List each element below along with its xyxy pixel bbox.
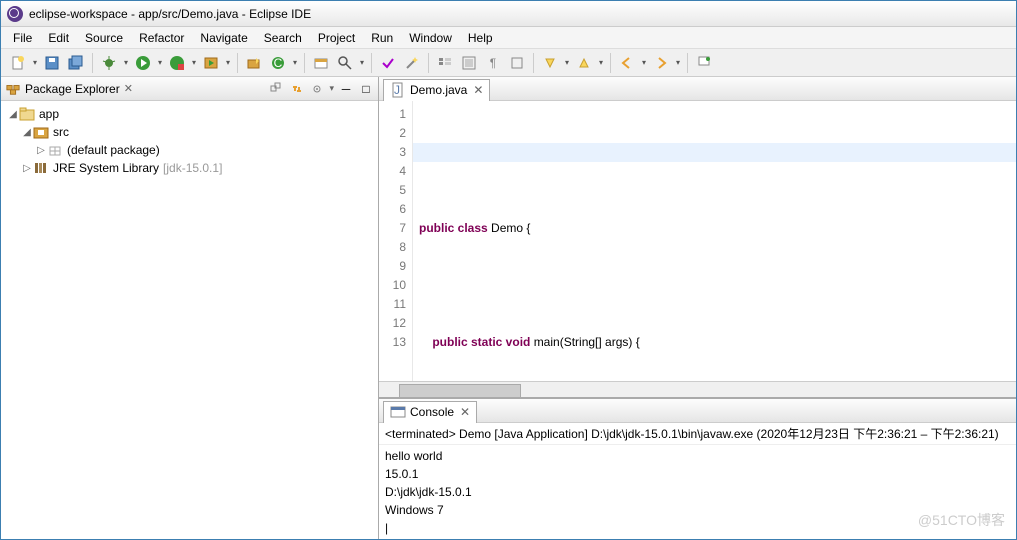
save-button[interactable] [41, 52, 63, 74]
menu-run[interactable]: Run [363, 29, 401, 47]
show-whitespace-button[interactable]: ¶ [482, 52, 504, 74]
run-button[interactable] [132, 52, 154, 74]
new-package-button[interactable] [243, 52, 265, 74]
eclipse-icon [7, 6, 23, 22]
back-button[interactable] [616, 52, 638, 74]
src-folder-icon [33, 124, 49, 140]
coverage-button[interactable] [166, 52, 188, 74]
dropdown-icon[interactable]: ▾ [156, 58, 164, 67]
package-explorer-panel: Package Explorer ✕ ▾ ─ □ ◢ app ◢ src [1, 77, 379, 539]
wand-button[interactable] [401, 52, 423, 74]
dropdown-icon[interactable]: ▾ [358, 58, 366, 67]
search-button[interactable] [334, 52, 356, 74]
dropdown-icon[interactable]: ▾ [291, 58, 299, 67]
menu-search[interactable]: Search [256, 29, 310, 47]
console-tab[interactable]: Console ✕ [383, 401, 477, 423]
menu-source[interactable]: Source [77, 29, 131, 47]
package-explorer-icon [5, 82, 21, 96]
minimize-icon[interactable]: ─ [338, 81, 354, 97]
horizontal-scrollbar[interactable] [379, 381, 1016, 397]
java-file-icon: J [390, 82, 406, 98]
link-editor-button[interactable] [289, 81, 305, 97]
tree-node-project[interactable]: ◢ app [7, 105, 372, 123]
toggle-breadcrumb-button[interactable] [434, 52, 456, 74]
menu-edit[interactable]: Edit [40, 29, 77, 47]
dropdown-icon[interactable]: ▾ [31, 58, 39, 67]
save-all-button[interactable] [65, 52, 87, 74]
menu-bar: File Edit Source Refactor Navigate Searc… [1, 27, 1016, 49]
title-bar: eclipse-workspace - app/src/Demo.java - … [1, 1, 1016, 27]
editor-tabs: J Demo.java ✕ [379, 77, 1016, 101]
menu-navigate[interactable]: Navigate [192, 29, 255, 47]
package-explorer-header: Package Explorer ✕ ▾ ─ □ [1, 77, 378, 101]
close-icon[interactable]: ✕ [124, 82, 133, 95]
console-status: <terminated> Demo [Java Application] D:\… [379, 423, 1016, 445]
run-last-button[interactable] [200, 52, 222, 74]
project-icon [19, 106, 35, 122]
collapse-all-button[interactable] [269, 81, 285, 97]
new-class-button[interactable]: C [267, 52, 289, 74]
window-title: eclipse-workspace - app/src/Demo.java - … [29, 7, 311, 21]
toggle-mark-button[interactable] [377, 52, 399, 74]
view-menu-icon[interactable]: ▾ [329, 83, 334, 94]
dropdown-icon[interactable]: ▾ [122, 58, 130, 67]
svg-text:C: C [274, 56, 283, 70]
toggle-block-button[interactable] [458, 52, 480, 74]
dropdown-icon[interactable]: ▾ [597, 58, 605, 67]
dropdown-icon[interactable]: ▾ [640, 58, 648, 67]
close-tab-icon[interactable]: ✕ [473, 83, 483, 97]
package-icon [47, 142, 63, 158]
library-icon [33, 160, 49, 176]
line-gutter: 123 456 789 10111213 [379, 101, 413, 381]
forward-button[interactable] [650, 52, 672, 74]
new-button[interactable] [7, 52, 29, 74]
console-tabs: Console ✕ [379, 399, 1016, 423]
dropdown-icon[interactable]: ▾ [674, 58, 682, 67]
console-icon [390, 404, 406, 420]
prev-annotation-button[interactable] [573, 52, 595, 74]
pin-button[interactable] [693, 52, 715, 74]
menu-file[interactable]: File [5, 29, 40, 47]
toolbar: ▾ ▾ ▾ ▾ ▾ C ▾ ▾ ¶ ▾ ▾ ▾ ▾ [1, 49, 1016, 77]
tree-node-default-package[interactable]: ▷ (default package) [7, 141, 372, 159]
next-annotation-button[interactable] [539, 52, 561, 74]
svg-text:J: J [394, 83, 400, 97]
package-tree[interactable]: ◢ app ◢ src ▷ (default package) ▷ JRE Sy… [1, 101, 378, 539]
editor-tab-demo[interactable]: J Demo.java ✕ [383, 79, 490, 101]
svg-text:¶: ¶ [490, 56, 496, 70]
focus-button[interactable] [309, 81, 325, 97]
close-tab-icon[interactable]: ✕ [460, 405, 470, 419]
dropdown-icon[interactable]: ▾ [224, 58, 232, 67]
tree-node-src[interactable]: ◢ src [7, 123, 372, 141]
code-area[interactable]: public class Demo { public static void m… [413, 101, 1016, 381]
debug-button[interactable] [98, 52, 120, 74]
menu-project[interactable]: Project [310, 29, 363, 47]
tree-node-jre[interactable]: ▷ JRE System Library [jdk-15.0.1] [7, 159, 372, 177]
watermark: @51CTO博客 [918, 510, 1005, 530]
menu-help[interactable]: Help [460, 29, 501, 47]
maximize-icon[interactable]: □ [358, 81, 374, 97]
code-editor[interactable]: 123 456 789 10111213 public class Demo {… [379, 101, 1016, 381]
menu-refactor[interactable]: Refactor [131, 29, 192, 47]
package-explorer-title: Package Explorer [25, 82, 120, 96]
dropdown-icon[interactable]: ▾ [190, 58, 198, 67]
menu-window[interactable]: Window [401, 29, 460, 47]
open-type-button[interactable] [310, 52, 332, 74]
toggle-button[interactable] [506, 52, 528, 74]
dropdown-icon[interactable]: ▾ [563, 58, 571, 67]
